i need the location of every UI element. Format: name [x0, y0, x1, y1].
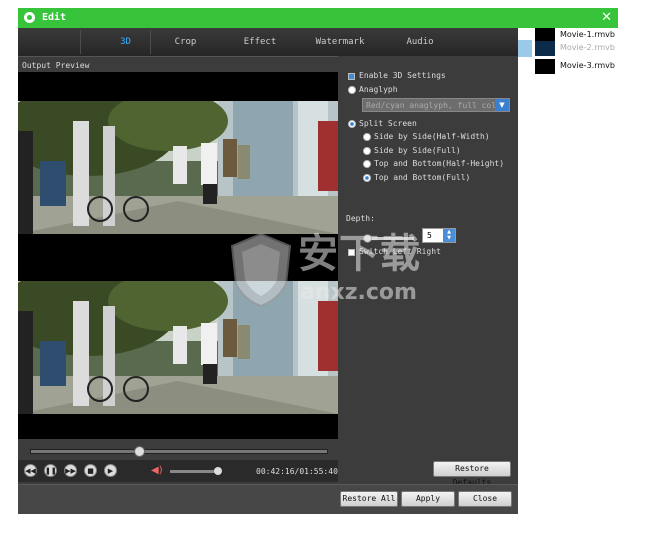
tab-3d[interactable]: 3D: [98, 28, 153, 56]
split-option-radio[interactable]: [363, 160, 371, 168]
title-bar: Edit ✕: [18, 8, 618, 28]
list-item[interactable]: Movie-3.rmvb: [518, 59, 618, 76]
close-icon[interactable]: ✕: [601, 10, 612, 25]
anaglyph-select-value: Red/cyan anaglyph, full color: [366, 101, 506, 110]
tab-bar: 3D Crop Effect Watermark Audio: [18, 28, 518, 57]
restore-defaults-button[interactable]: Restore Defaults: [433, 461, 511, 487]
split-screen-label: Split Screen: [359, 119, 417, 128]
dialog-button-bar: Restore All Apply Close: [18, 484, 518, 514]
preview-frame-top: [18, 101, 338, 234]
list-item[interactable]: Movie-2.rmvb: [518, 41, 618, 58]
depth-label: Depth:: [346, 214, 375, 223]
playback-controls: ◀◀ ❚❚ ▶▶ ■ ▶ ◀) 00:42:16/01:55:40: [18, 460, 338, 482]
video-thumbnail: [535, 41, 555, 56]
output-preview-label: Output Preview: [22, 61, 90, 70]
chevron-down-icon[interactable]: ▼: [495, 99, 509, 111]
file-name: Movie-3.rmvb: [560, 61, 615, 70]
seek-bar[interactable]: [30, 446, 328, 457]
watermark: 安下载 anxz.com: [226, 230, 446, 310]
anaglyph-select[interactable]: Red/cyan anaglyph, full color ▼: [362, 98, 510, 112]
enable-3d-checkbox[interactable]: [348, 73, 355, 80]
rewind-icon[interactable]: ◀◀: [24, 464, 37, 477]
fast-forward-icon[interactable]: ▶▶: [64, 464, 77, 477]
split-option-label: Top and Bottom(Full): [374, 173, 471, 182]
file-name: Movie-2.rmvb: [560, 43, 615, 52]
volume-slider[interactable]: [170, 467, 222, 475]
next-frame-icon[interactable]: ▶: [104, 464, 117, 477]
volume-handle[interactable]: [213, 467, 222, 475]
split-option-radio[interactable]: [363, 147, 371, 155]
watermark-brand: 安下载: [298, 231, 421, 277]
volume-icon[interactable]: ◀): [151, 465, 163, 476]
restore-all-button[interactable]: Restore All: [340, 491, 398, 507]
app-logo-icon: [24, 12, 35, 23]
split-option-label: Side by Side(Full): [374, 146, 461, 155]
enable-3d-label: Enable 3D Settings: [359, 71, 446, 80]
split-option-label: Top and Bottom(Half-Height): [374, 159, 505, 168]
timecode: 00:42:16/01:55:40: [256, 467, 338, 476]
shield-icon: [230, 232, 292, 308]
close-button[interactable]: Close: [458, 491, 512, 507]
split-screen-radio[interactable]: [348, 120, 356, 128]
split-option-radio[interactable]: [363, 174, 371, 182]
split-option-radio[interactable]: [363, 133, 371, 141]
tab-crop[interactable]: Crop: [158, 28, 213, 56]
tab-watermark[interactable]: Watermark: [308, 28, 372, 56]
file-list: Movie-1.rmvb Movie-2.rmvb Movie-3.rmvb: [518, 28, 618, 513]
anaglyph-radio[interactable]: [348, 86, 356, 94]
seek-handle[interactable]: [133, 446, 145, 457]
stop-icon[interactable]: ■: [84, 464, 97, 477]
apply-button[interactable]: Apply: [401, 491, 455, 507]
pause-icon[interactable]: ❚❚: [44, 464, 57, 477]
watermark-site: anxz.com: [300, 280, 417, 305]
anaglyph-label: Anaglyph: [359, 85, 398, 94]
file-name: Movie-1.rmvb: [560, 30, 615, 39]
split-option-label: Side by Side(Half-Width): [374, 132, 490, 141]
tab-effect[interactable]: Effect: [230, 28, 290, 56]
window-title: Edit: [42, 12, 67, 23]
video-thumbnail: [535, 59, 555, 74]
tab-audio[interactable]: Audio: [390, 28, 450, 56]
